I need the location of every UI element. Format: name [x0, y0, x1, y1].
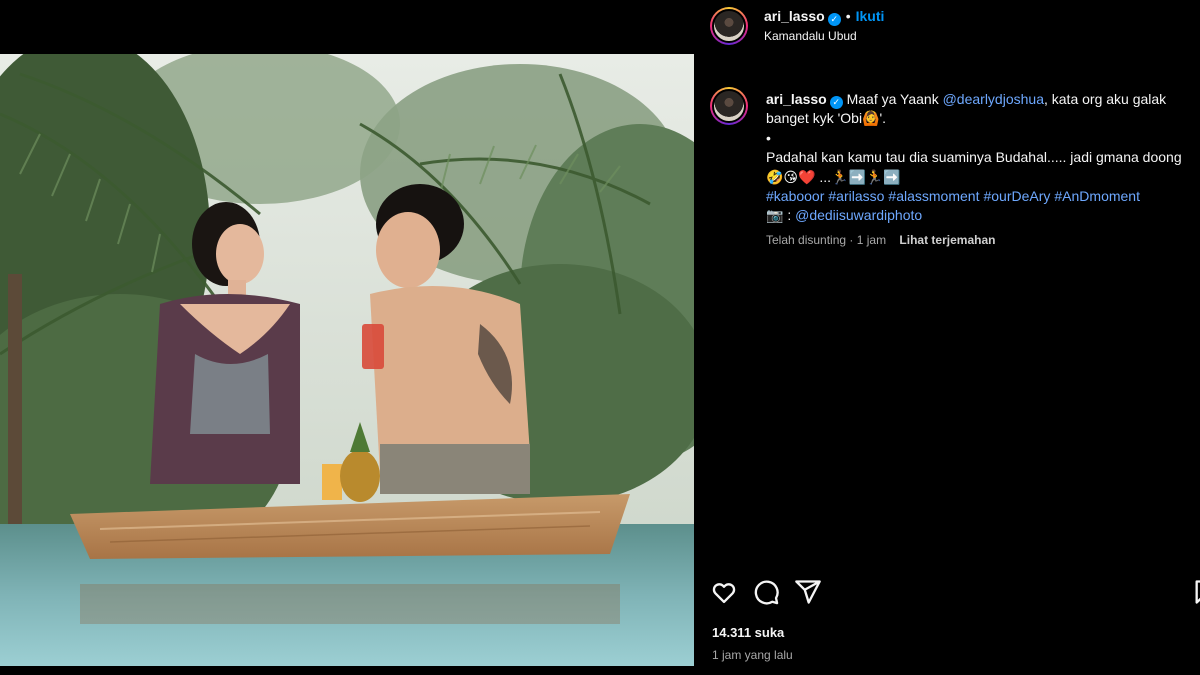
hashtag-link[interactable]: #arilasso — [828, 188, 884, 204]
caption-line-1: ari_lasso ✓ Maaf ya Yaank @dearlydjoshua,… — [766, 90, 1194, 109]
verified-badge-icon: ✓ — [827, 13, 841, 26]
action-bar — [710, 578, 1200, 608]
location-link[interactable]: Kamandalu Ubud — [764, 29, 857, 43]
avatar[interactable] — [710, 7, 748, 45]
separator-dot: • — [845, 8, 851, 24]
edited-timestamp: Telah disunting · 1 jam — [766, 233, 887, 247]
post-timestamp: 1 jam yang lalu — [712, 648, 793, 662]
see-translation-button[interactable]: Lihat terjemahan — [899, 233, 995, 247]
photo-credit: 📷 : @dediisuwardiphoto — [766, 206, 1194, 225]
follow-button[interactable]: Ikuti — [856, 8, 885, 24]
caption-line-4: Padahal kan kamu tau dia suaminya Budaha… — [766, 149, 1182, 166]
credit-mention-link[interactable]: @dediisuwardiphoto — [795, 207, 922, 223]
mention-link[interactable]: @dearlydjoshua — [943, 91, 1044, 107]
credit-separator: : — [783, 207, 796, 224]
post-photo[interactable] — [0, 54, 694, 666]
caption-text: ari_lasso ✓ Maaf ya Yaank @dearlydjoshua,… — [766, 90, 1194, 226]
caption-text-rest: , kata org aku galak — [1043, 91, 1167, 107]
camera-icon: 📷 — [766, 207, 784, 224]
hashtag-link[interactable]: #alassmoment — [888, 188, 979, 204]
hashtag-link[interactable]: #AnDmoment — [1054, 188, 1140, 204]
caption-bullet: • — [766, 129, 771, 146]
header-row: ari_lasso ✓ • Ikuti — [764, 8, 884, 26]
bookmark-icon[interactable] — [1192, 578, 1200, 606]
caption-avatar[interactable] — [710, 87, 748, 125]
like-count[interactable]: 14.311 suka — [712, 625, 784, 640]
post-side-panel: ari_lasso ✓ • Ikuti Kamandalu Ubud ari_lass… — [694, 0, 1200, 675]
share-icon[interactable] — [794, 578, 822, 606]
hashtag-row: #kabooor #arilasso #alassmoment #ourDeAry #A… — [766, 187, 1194, 206]
caption-username[interactable]: ari_lasso — [766, 91, 827, 107]
photo-pane — [0, 0, 694, 675]
caption-emoji-line: 🤣😘❤️ ...🏃➡️🏃➡️ — [766, 168, 901, 185]
heart-icon[interactable] — [710, 578, 738, 606]
username-link[interactable]: ari_lasso — [764, 8, 825, 24]
verified-badge-icon: ✓ — [829, 96, 843, 109]
hashtag-link[interactable]: #ourDeAry — [983, 188, 1050, 204]
caption-line-2: banget kyk 'Obi🙆'. — [766, 110, 887, 127]
hashtag-link[interactable]: #kabooor — [766, 188, 824, 204]
caption-meta: Telah disunting · 1 jam Lihat terjemahan — [766, 233, 995, 247]
caption-text-start: Maaf ya Yaank — [846, 91, 939, 107]
comment-icon[interactable] — [752, 578, 780, 606]
